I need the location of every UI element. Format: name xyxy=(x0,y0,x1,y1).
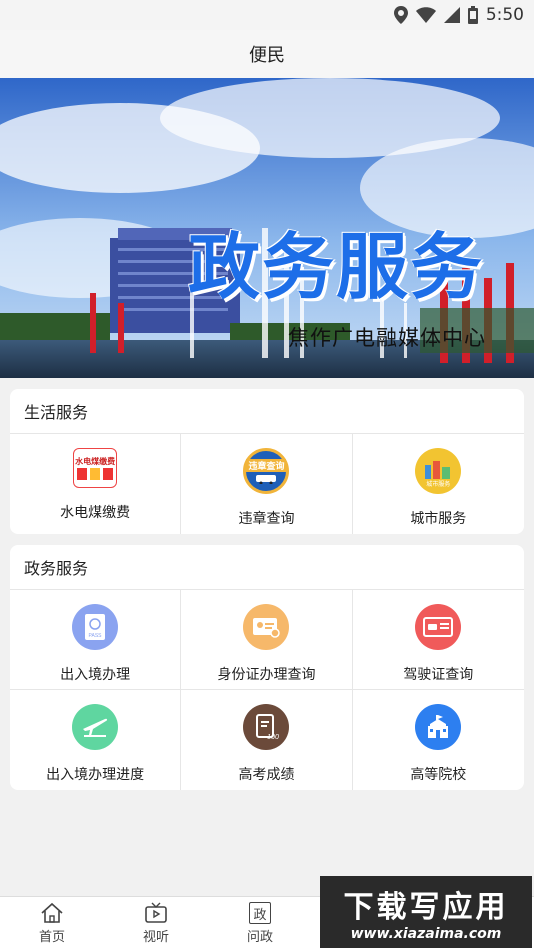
item-label: 水电煤缴费 xyxy=(60,505,131,521)
banner-subtitle: 焦作广电融媒体中心 xyxy=(288,326,486,350)
item-label: 违章查询 xyxy=(238,511,295,527)
id-card-item[interactable]: 身份证办理查询 xyxy=(181,590,353,690)
watermark-logo: 下载写应用 www.xiazaima.com xyxy=(320,876,532,948)
exam-score-icon: 100 xyxy=(243,704,290,750)
wifi-icon xyxy=(415,7,436,23)
page-title: 便民 xyxy=(249,45,285,66)
utility-bill-icon: 水电煤缴费 xyxy=(73,448,118,488)
item-label: 出入境办理进度 xyxy=(46,767,145,783)
status-bar: 5:50 xyxy=(0,0,534,30)
university-icon xyxy=(415,704,462,750)
item-label: 出入境办理 xyxy=(60,667,131,683)
university-item[interactable]: 高等院校 xyxy=(353,690,524,790)
home-icon xyxy=(41,902,63,923)
exam-score-item[interactable]: 100 高考成绩 xyxy=(181,690,353,790)
tab-label: 首页 xyxy=(38,930,65,945)
life-services-card: 生活服务 水电煤缴费 水电煤缴费 违章查询 违章查询 城市服务 城市服务 xyxy=(10,389,524,534)
traffic-violation-icon: 违章查询 xyxy=(243,448,290,494)
id-card-icon xyxy=(243,604,290,650)
banner-title: 政务服务 xyxy=(188,228,485,308)
item-label: 高考成绩 xyxy=(238,767,295,783)
watermark-text: 下载写应用 xyxy=(343,891,509,924)
item-label: 高等院校 xyxy=(410,767,467,783)
status-time: 5:50 xyxy=(485,5,524,25)
svg-text:PASS: PASS xyxy=(89,633,103,639)
city-service-item[interactable]: 城市服务 城市服务 xyxy=(353,434,524,534)
passport-icon: PASS xyxy=(72,604,119,650)
banner-carousel[interactable]: 政务服务 焦作广电融媒体中心 xyxy=(0,78,534,378)
passport-item[interactable]: PASS 出入境办理 xyxy=(10,590,182,690)
page-header: 便民 xyxy=(0,30,534,78)
driver-license-item[interactable]: 驾驶证查询 xyxy=(352,590,524,690)
section-title: 生活服务 xyxy=(10,389,524,434)
gov-services-card: 政务服务 PASS 出入境办理 身份证办理查询 驾驶证查询 出入境办理进度 10… xyxy=(10,545,524,790)
item-label: 城市服务 xyxy=(410,511,467,527)
signal-icon xyxy=(443,7,460,23)
city-service-icon: 城市服务 xyxy=(415,448,462,494)
driver-license-icon xyxy=(415,604,462,650)
item-label: 身份证办理查询 xyxy=(217,667,316,683)
watermark-url: www.xiazaima.com xyxy=(350,926,502,942)
tab-media[interactable]: 视听 xyxy=(104,897,208,950)
tab-label: 视听 xyxy=(142,930,169,945)
item-label: 驾驶证查询 xyxy=(403,667,474,683)
tab-gov[interactable]: 政 问政 xyxy=(208,897,312,950)
airplane-icon xyxy=(72,704,119,750)
tv-play-icon xyxy=(145,902,167,923)
exit-entry-progress-item[interactable]: 出入境办理进度 xyxy=(10,690,182,790)
tab-label: 问政 xyxy=(246,930,273,945)
gov-icon: 政 xyxy=(249,902,271,924)
utility-bill-item[interactable]: 水电煤缴费 水电煤缴费 xyxy=(10,434,182,534)
svg-text:100: 100 xyxy=(268,734,280,741)
tab-home[interactable]: 首页 xyxy=(0,897,104,950)
battery-icon xyxy=(467,6,478,24)
traffic-violation-item[interactable]: 违章查询 违章查询 xyxy=(181,434,353,534)
section-title: 政务服务 xyxy=(10,545,524,590)
location-icon xyxy=(393,6,408,24)
